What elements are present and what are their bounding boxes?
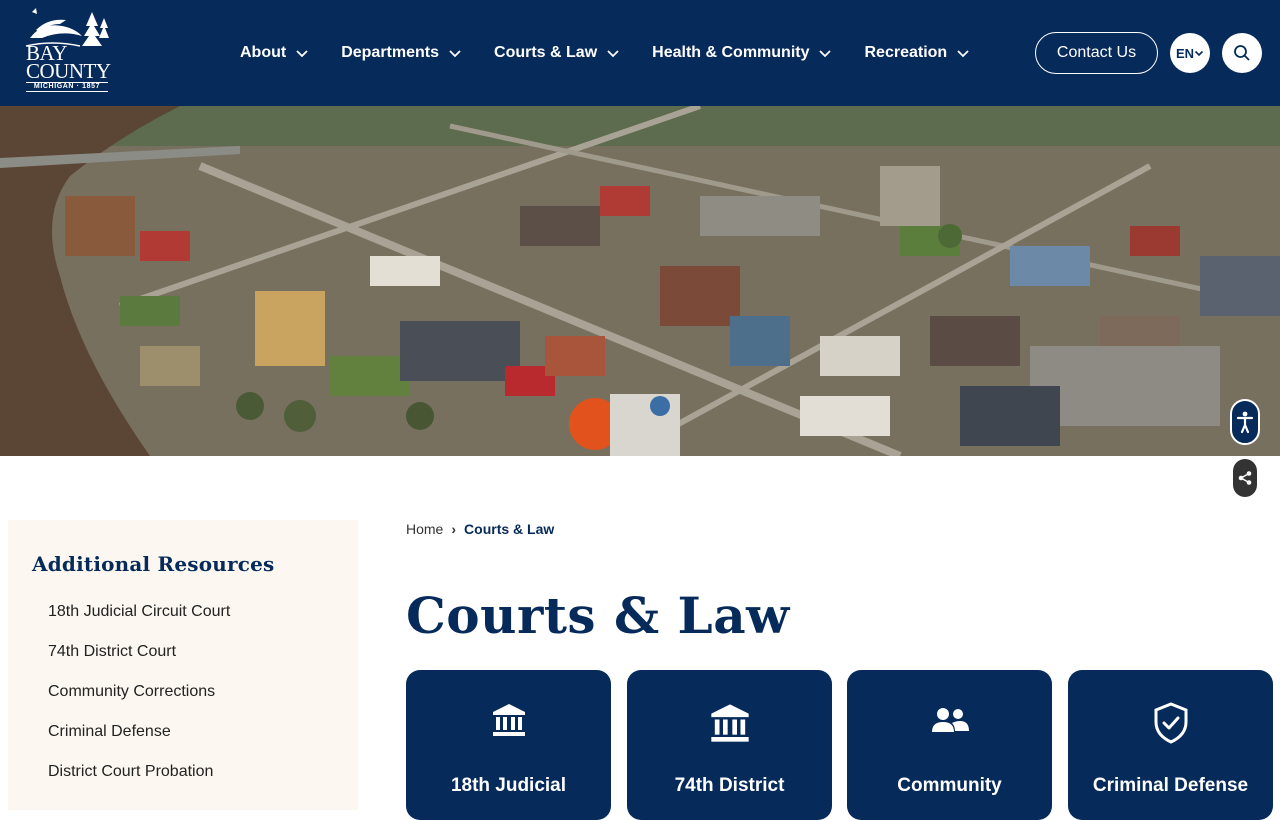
- nav-item-about[interactable]: About: [240, 44, 309, 62]
- logo-wordmark: BAY COUNTY: [26, 43, 111, 83]
- page-title: Courts & Law: [406, 586, 790, 645]
- hero-city-illustration: [0, 106, 1280, 456]
- language-code: EN: [1175, 45, 1195, 61]
- shield-check-icon: [1154, 702, 1187, 744]
- chevron-down-icon: [1194, 50, 1204, 57]
- nav-label: Courts & Law: [494, 44, 598, 61]
- card-icon-wrap: [1068, 702, 1273, 744]
- card-label: Criminal Defense: [1092, 775, 1249, 796]
- sidebar-list: 18th Judicial Circuit Court 74th Distric…: [48, 602, 230, 802]
- nav-item-departments[interactable]: Departments: [341, 44, 462, 62]
- chevron-down-icon: [607, 50, 619, 58]
- logo-line-county: COUNTY: [26, 59, 111, 83]
- nav-item-health-community[interactable]: Health & Community: [652, 44, 832, 62]
- accessibility-icon: [1236, 411, 1254, 434]
- card-community[interactable]: Community: [847, 670, 1052, 820]
- people-icon: [931, 708, 969, 732]
- search-button[interactable]: [1222, 33, 1262, 73]
- additional-resources-sidebar: Additional Resources 18th Judicial Circu…: [8, 520, 358, 810]
- sidebar-link-community-corrections[interactable]: Community Corrections: [48, 682, 230, 722]
- chevron-down-icon: [449, 50, 461, 58]
- breadcrumb-home-link[interactable]: Home: [406, 521, 443, 537]
- card-icon-wrap: [847, 702, 1052, 738]
- card-18th-judicial[interactable]: 18th Judicial: [406, 670, 611, 820]
- card-icon-wrap: [627, 702, 832, 744]
- accessibility-button[interactable]: [1230, 399, 1260, 445]
- share-button[interactable]: [1233, 459, 1257, 497]
- sidebar-link-74th-district-court[interactable]: 74th District Court: [48, 642, 230, 682]
- search-icon: [1234, 45, 1250, 61]
- courthouse-icon: [492, 704, 525, 736]
- card-label: 18th Judicial: [450, 775, 567, 796]
- nav-label: Departments: [341, 44, 440, 61]
- card-label: Community: [897, 775, 1002, 796]
- site-header: BAY COUNTY MICHIGAN · 1857 About Departm…: [0, 0, 1280, 106]
- nav-item-recreation[interactable]: Recreation: [864, 44, 970, 62]
- breadcrumb: Home › Courts & Law: [406, 521, 554, 537]
- courthouse-icon: [710, 704, 749, 742]
- card-criminal-defense[interactable]: Criminal Defense: [1068, 670, 1273, 820]
- nav-item-courts-law[interactable]: Courts & Law: [494, 44, 620, 62]
- card-icon-wrap: [406, 702, 611, 738]
- contact-us-button[interactable]: Contact Us: [1035, 32, 1158, 74]
- sidebar-link-18th-judicial-circuit-court[interactable]: 18th Judicial Circuit Court: [48, 602, 230, 642]
- nav-label: Health & Community: [652, 44, 810, 61]
- nav-label: Recreation: [864, 44, 948, 61]
- main-nav: About Departments Courts & Law Health & …: [240, 0, 1002, 106]
- breadcrumb-separator: ›: [451, 521, 457, 537]
- sidebar-link-criminal-defense[interactable]: Criminal Defense: [48, 722, 230, 762]
- breadcrumb-current: Courts & Law: [464, 521, 555, 537]
- sidebar-link-district-court-probation[interactable]: District Court Probation: [48, 762, 230, 802]
- hero-aerial-image: [0, 106, 1280, 456]
- nav-label: About: [240, 44, 287, 61]
- chevron-down-icon: [296, 50, 308, 58]
- chevron-down-icon: [957, 50, 969, 58]
- sidebar-title: Additional Resources: [32, 552, 275, 576]
- bay-county-logo[interactable]: BAY COUNTY MICHIGAN · 1857: [22, 8, 114, 96]
- language-selector[interactable]: EN: [1170, 33, 1210, 73]
- logo-subtitle: MICHIGAN · 1857: [26, 82, 108, 92]
- card-74th-district[interactable]: 74th District: [627, 670, 832, 820]
- chevron-down-icon: [819, 50, 832, 58]
- share-icon: [1238, 471, 1252, 485]
- card-label: 74th District: [674, 775, 785, 796]
